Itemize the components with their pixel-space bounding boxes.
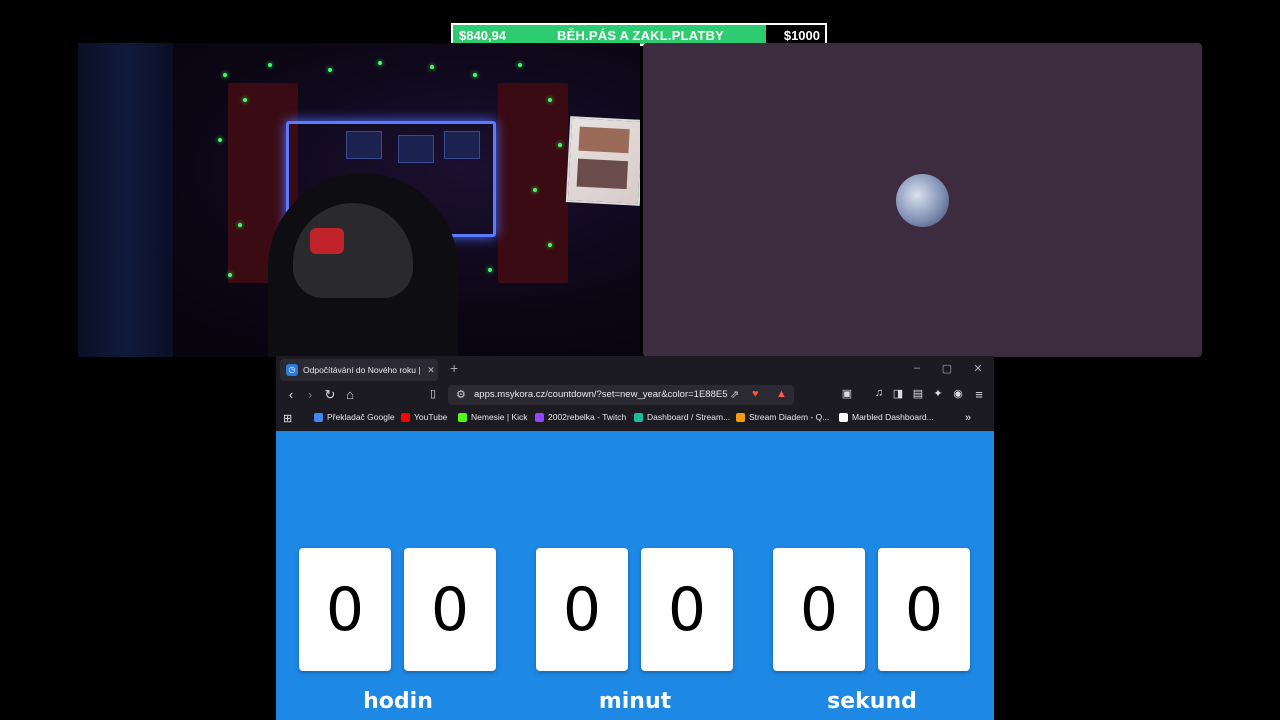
- close-window-button[interactable]: ✕: [969, 362, 987, 375]
- leo-ai-icon[interactable]: ✦: [930, 387, 946, 400]
- bookmark-label: Nemesie | Kick: [471, 412, 528, 422]
- hours-tens-digit: 0: [299, 548, 391, 671]
- home-icon[interactable]: ⌂: [342, 387, 358, 402]
- address-bar[interactable]: ⚙ apps.msykora.cz/countdown/?set=new_yea…: [448, 385, 794, 405]
- bookmark-item[interactable]: YouTube: [401, 412, 447, 422]
- horde-banner-right: [498, 83, 568, 283]
- bookmark-item[interactable]: Překladač Google: [314, 412, 395, 422]
- bookmark-label: YouTube: [414, 412, 448, 422]
- wall-photo: [565, 116, 640, 206]
- bookmark-icon[interactable]: ▯: [425, 387, 441, 400]
- minutes-ones-digit: 0: [641, 548, 733, 671]
- shelf-item: [444, 131, 480, 159]
- minutes-tens-digit: 0: [536, 548, 628, 671]
- brave-shields-icon[interactable]: ♥: [752, 388, 759, 400]
- youtube-icon: [401, 412, 410, 422]
- marbled-icon: [839, 412, 848, 422]
- bookmark-item[interactable]: Dashboard / Stream...: [634, 412, 730, 422]
- horde-logo-icon: [310, 228, 344, 254]
- wallet-icon[interactable]: ▤: [910, 387, 926, 400]
- bookmark-label: Dashboard / Stream...: [647, 412, 731, 422]
- reload-icon[interactable]: ↻: [322, 387, 338, 403]
- goal-title: BĚH.PÁS A ZAKL.PLATBY: [557, 28, 724, 43]
- brave-rewards-icon[interactable]: ▲: [776, 388, 787, 400]
- participant-avatar[interactable]: [896, 174, 949, 227]
- bookmark-label: Marbled Dashboard...: [852, 412, 934, 422]
- back-icon[interactable]: ‹: [283, 387, 299, 402]
- seconds-ones-digit: 0: [878, 548, 970, 671]
- tab-title: Odpočítávání do Nového roku |: [303, 365, 421, 375]
- goal-target-amount: $1000: [783, 28, 820, 43]
- seconds-tens-digit: 0: [773, 548, 865, 671]
- share-icon[interactable]: ⇗: [730, 388, 739, 401]
- bookmarks-bar: ⊞ Překladač Google YouTube Nemesie | Kic…: [276, 408, 994, 428]
- shelf-item: [398, 135, 434, 163]
- reader-mode-icon[interactable]: ▣: [839, 387, 855, 400]
- hours-label: hodin: [363, 689, 433, 714]
- shelf-item: [346, 131, 382, 159]
- sidebar-icon[interactable]: ◨: [890, 387, 906, 400]
- minutes-label: minut: [598, 689, 672, 714]
- browser-window: ◷ Odpočítávání do Nového roku | ✕ + – ▢ …: [276, 356, 994, 720]
- apps-grid-icon[interactable]: ⊞: [283, 412, 292, 425]
- bookmark-item[interactable]: Stream Diadem - Q...: [736, 412, 829, 422]
- google-translate-icon: [314, 412, 323, 422]
- kick-icon: [458, 412, 467, 422]
- bookmark-label: Překladač Google: [327, 412, 395, 422]
- bookmark-item[interactable]: Marbled Dashboard...: [839, 412, 934, 422]
- goal-current-amount: $840,94: [459, 28, 506, 43]
- tab-close-icon[interactable]: ✕: [424, 365, 438, 376]
- countdown-page: 0 0 0 0 0 0 hodin minut sekund: [276, 431, 994, 720]
- navigation-bar: ‹ › ↻ ⌂ ▯ ⚙ apps.msykora.cz/countdown/?s…: [276, 382, 994, 408]
- bookmark-item[interactable]: 2002rebelka - Twitch: [535, 412, 626, 422]
- more-bookmarks-button[interactable]: »: [965, 412, 971, 424]
- site-favicon-icon: ◷: [286, 364, 298, 376]
- minimize-button[interactable]: –: [908, 362, 926, 374]
- site-settings-icon[interactable]: ⚙: [456, 388, 466, 401]
- stream-diadem-icon: [736, 412, 745, 422]
- webcam-feed: [78, 43, 640, 357]
- tab-countdown[interactable]: ◷ Odpočítávání do Nového roku | ✕: [280, 359, 438, 381]
- vpn-icon[interactable]: ◉: [950, 387, 966, 400]
- new-tab-button[interactable]: +: [450, 360, 458, 376]
- media-icon[interactable]: ♫: [871, 387, 887, 399]
- bookmark-label: Stream Diadem - Q...: [749, 412, 830, 422]
- bookmark-item[interactable]: Nemesie | Kick: [458, 412, 528, 422]
- bookmark-label: 2002rebelka - Twitch: [548, 412, 627, 422]
- twitch-icon: [535, 412, 544, 422]
- title-bar: ◷ Odpočítávání do Nového roku | ✕ + – ▢ …: [276, 356, 994, 382]
- url-text: apps.msykora.cz/countdown/?set=new_year&…: [474, 389, 728, 400]
- forward-icon[interactable]: ›: [302, 387, 318, 402]
- curtain: [78, 43, 173, 357]
- maximize-button[interactable]: ▢: [938, 362, 956, 375]
- menu-icon[interactable]: ≡: [971, 387, 987, 402]
- dashboard-icon: [634, 412, 643, 422]
- hours-ones-digit: 0: [404, 548, 496, 671]
- seconds-label: sekund: [827, 689, 917, 714]
